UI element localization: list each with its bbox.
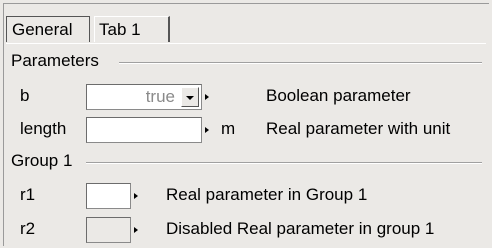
b-dropdown[interactable]: true	[86, 84, 202, 110]
group-title-group-1: Group 1	[11, 151, 73, 170]
tab-tab-1-label: Tab 1	[99, 20, 141, 39]
param-name-length: length	[20, 119, 67, 138]
group-separator-group-1	[86, 162, 482, 164]
param-name-b: b	[20, 86, 30, 105]
param-desc-b: Boolean parameter	[266, 86, 411, 105]
b-menu-arrow-icon[interactable]	[205, 94, 209, 100]
tab-general[interactable]: General	[6, 16, 90, 42]
tab-tab-1[interactable]: Tab 1	[94, 16, 170, 42]
param-name-r1: r1	[20, 185, 36, 204]
tab-divider	[6, 43, 486, 44]
tab-general-label: General	[12, 20, 73, 39]
length-menu-arrow-icon[interactable]	[205, 127, 209, 133]
param-desc-r2: Disabled Real parameter in group 1	[166, 219, 435, 238]
r1-menu-arrow-icon[interactable]	[134, 193, 138, 199]
b-dropdown-value: true	[145, 87, 175, 106]
param-desc-r1: Real parameter in Group 1	[166, 185, 368, 204]
group-title-parameters: Parameters	[11, 51, 99, 70]
chevron-down-icon[interactable]	[181, 87, 199, 107]
r1-input[interactable]	[86, 183, 131, 209]
r2-menu-arrow-icon[interactable]	[134, 227, 138, 233]
param-desc-length: Real parameter with unit	[266, 119, 451, 138]
length-input[interactable]	[86, 117, 202, 143]
param-unit-length: m	[221, 119, 236, 138]
r2-input	[86, 217, 131, 243]
param-name-r2: r2	[20, 219, 36, 238]
group-separator-parameters	[119, 62, 482, 64]
